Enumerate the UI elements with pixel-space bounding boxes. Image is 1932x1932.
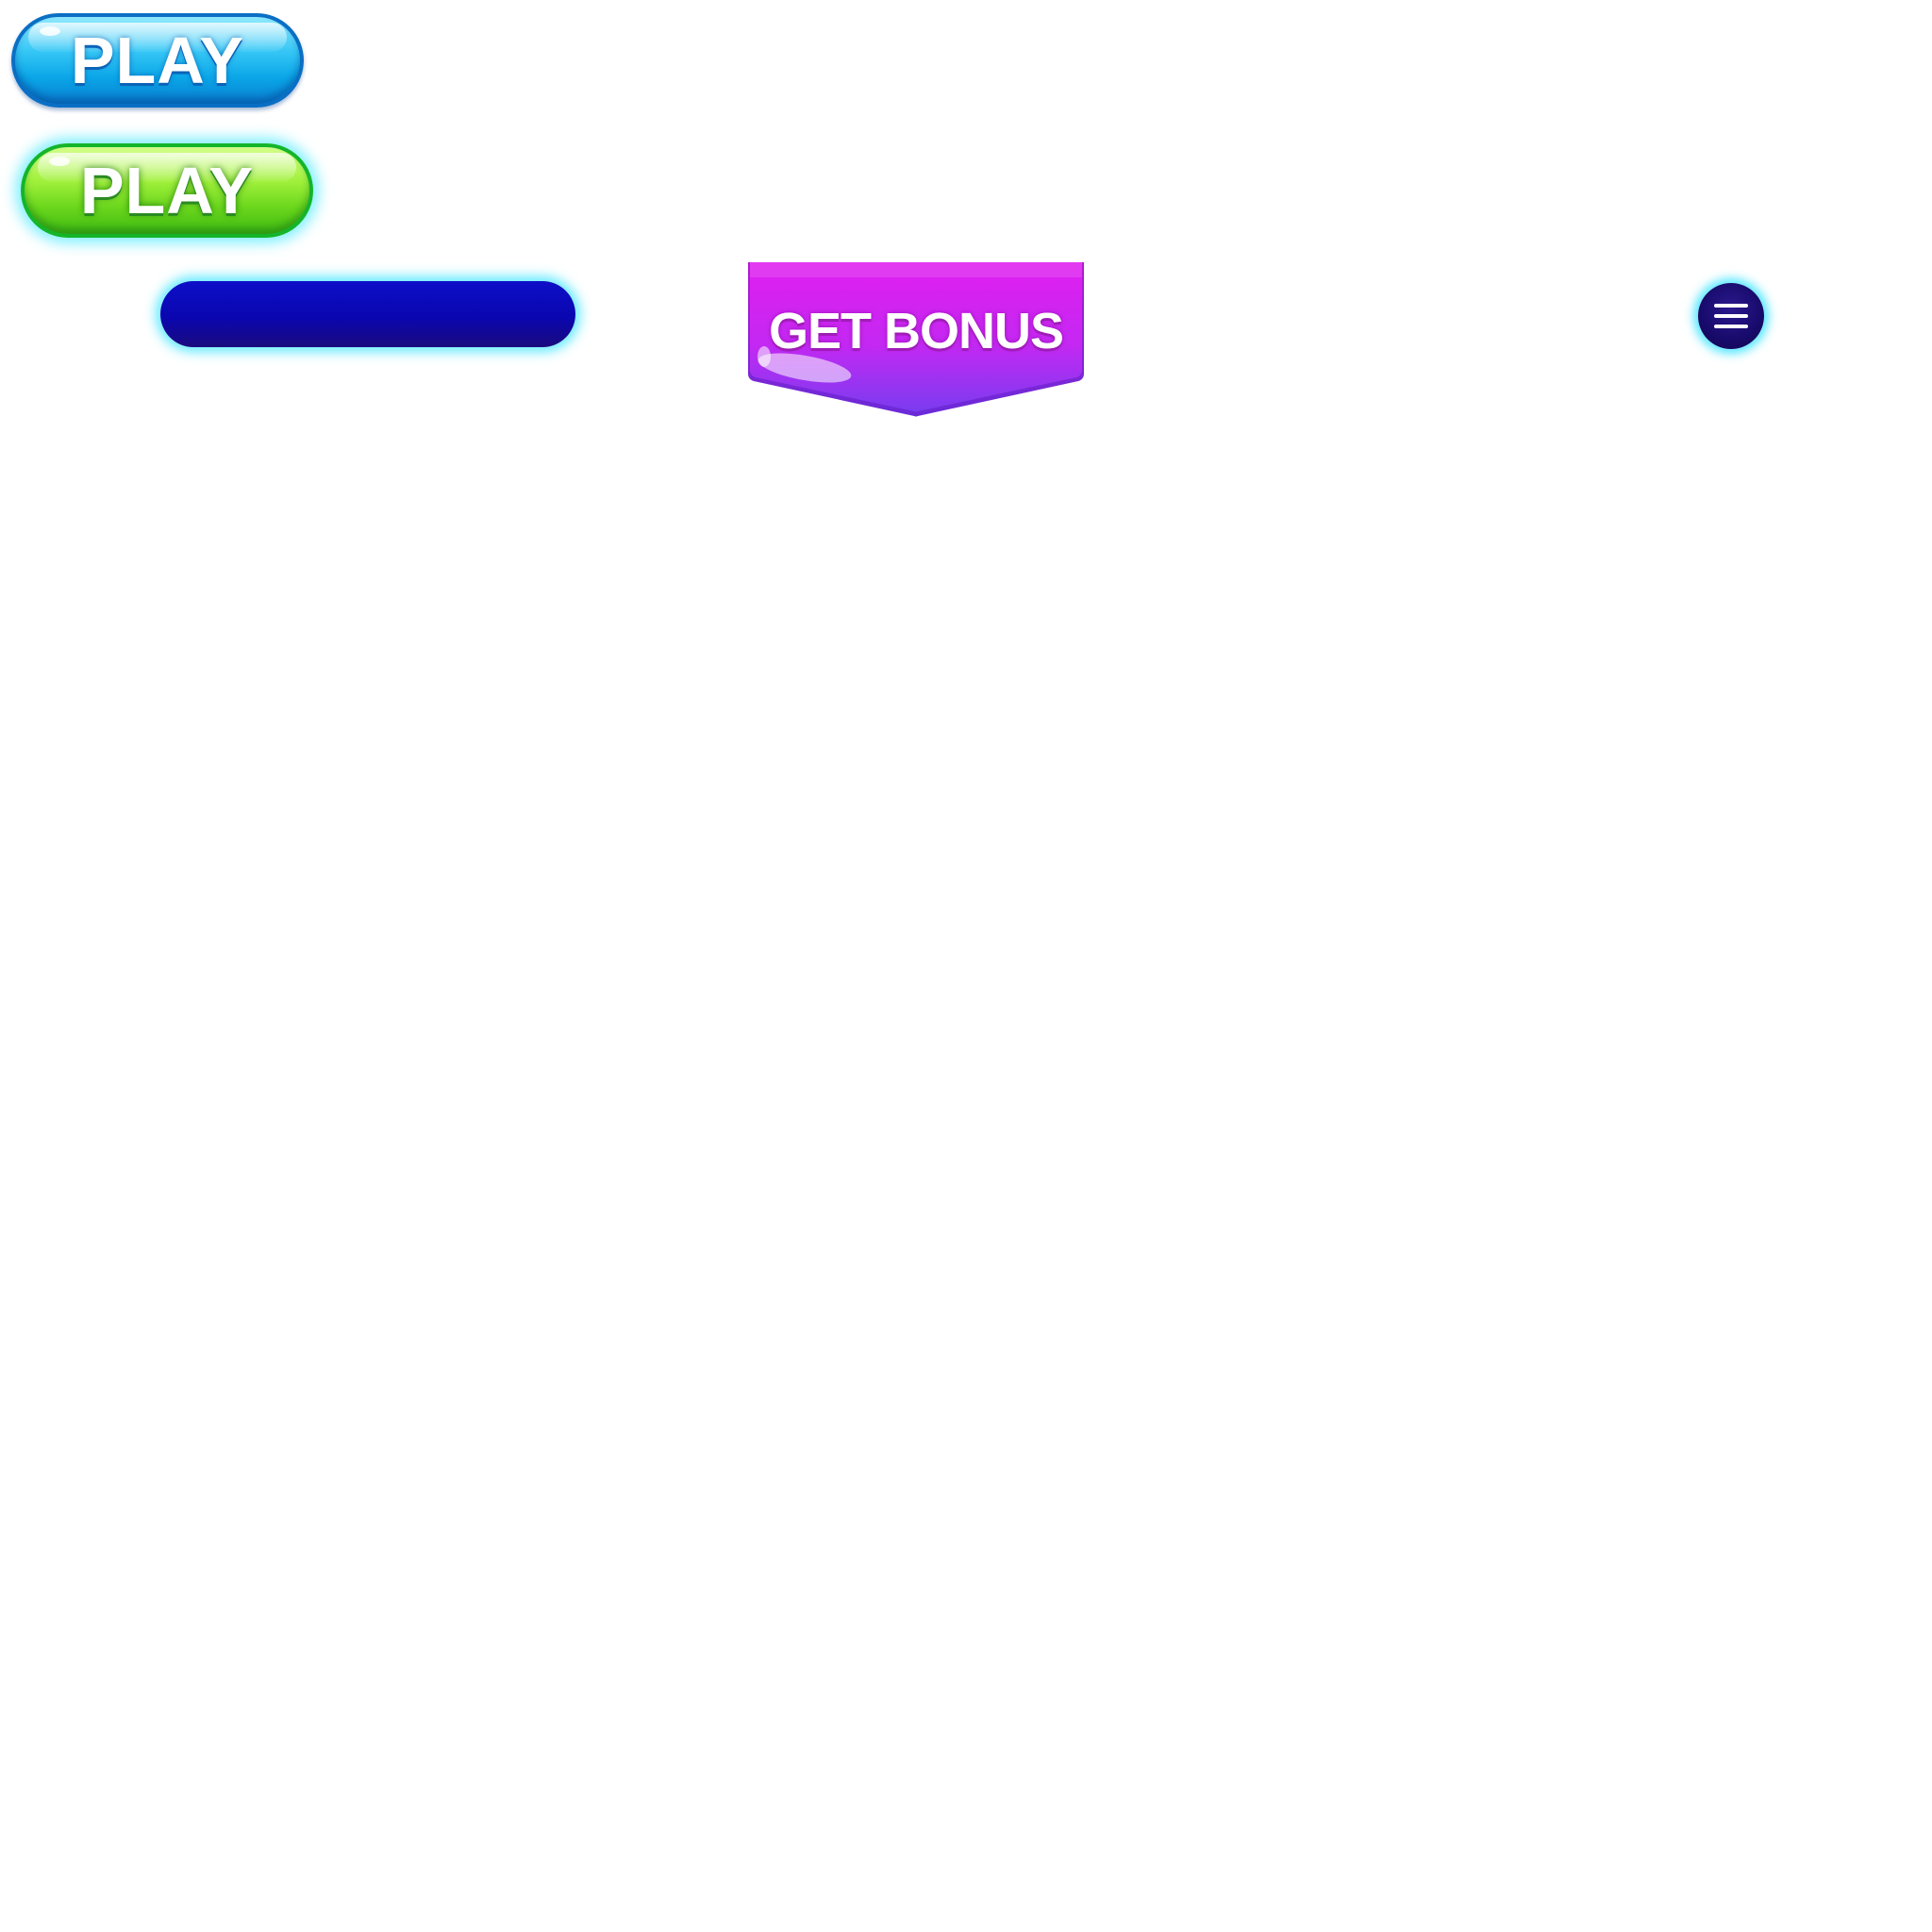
play-button-label: PLAY [79,154,255,227]
gloss-highlight [40,26,60,36]
nav-bar [160,281,575,347]
hamburger-menu-icon [1714,304,1748,328]
play-button-green[interactable]: PLAY [21,143,313,238]
gloss-highlight [49,157,70,166]
play-button-label: PLAY [70,24,245,97]
get-bonus-label: GET BONUS [768,303,1064,359]
get-bonus-button[interactable]: GET BONUS [748,262,1084,418]
play-button-blue[interactable]: PLAY [11,13,304,108]
menu-button[interactable] [1698,283,1764,349]
